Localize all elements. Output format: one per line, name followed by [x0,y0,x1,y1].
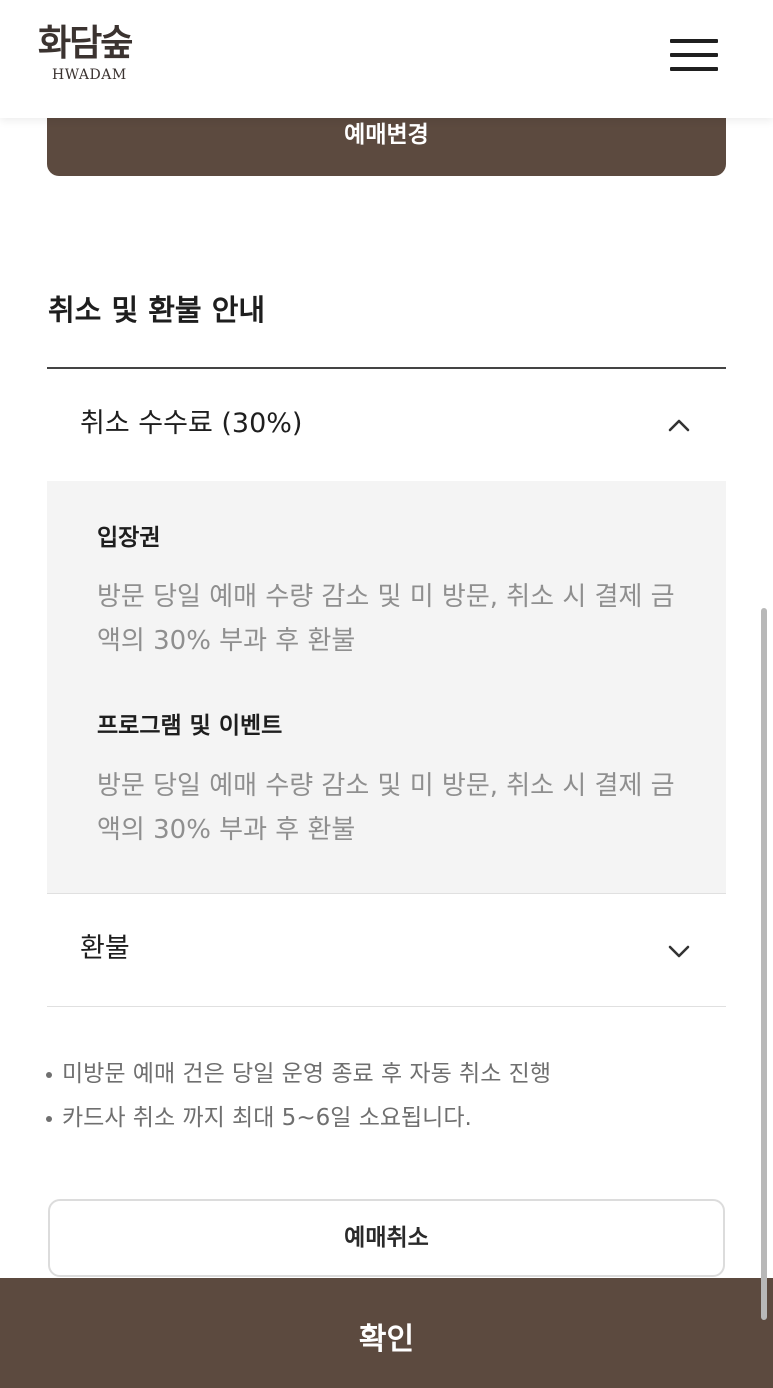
list-item: 미방문 예매 건은 당일 운영 종료 후 자동 취소 진행 [46,1052,736,1096]
header: 화담숲 HWADAM [0,0,773,118]
logo-korean: 화담숲 [38,22,133,64]
accordion-title: 환불 [80,933,130,964]
divider [47,1006,726,1007]
chevron-up-icon [668,419,690,432]
program-subtitle: 프로그램 및 이벤트 [97,713,283,739]
note-text: 카드사 취소 까지 최대 5~6일 소요됩니다. [62,1105,472,1131]
menu-bar [670,67,718,71]
divider [47,893,726,894]
scrollbar[interactable] [761,608,767,1320]
section-title: 취소 및 환불 안내 [48,293,266,327]
accordion-refund[interactable]: 환불 [47,895,726,1005]
divider [47,367,726,369]
program-policy-text: 방문 당일 예매 수량 감소 및 미 방문, 취소 시 결제 금액의 30% 부… [97,771,675,845]
menu-bar [670,39,718,43]
accordion-panel-cancellation-fee: 입장권 방문 당일 예매 수량 감소 및 미 방문, 취소 시 결제 금액의 3… [47,481,726,893]
ticket-policy-text: 방문 당일 예매 수량 감소 및 미 방문, 취소 시 결제 금액의 30% 부… [97,582,675,656]
confirm-button[interactable]: 확인 [0,1278,773,1388]
bullet-icon [46,1072,52,1078]
note-text: 미방문 예매 건은 당일 운영 종료 후 자동 취소 진행 [62,1061,551,1087]
bullet-icon [46,1116,52,1122]
page: 예매변경 화담숲 HWADAM 취소 및 환불 안내 취소 수수료 (30%) … [0,0,773,1388]
accordion-title: 취소 수수료 (30%) [80,408,303,439]
ticket-subtitle: 입장권 [97,525,161,551]
menu-bar [670,53,718,57]
hamburger-menu-icon[interactable] [665,36,721,76]
notes-list: 미방문 예매 건은 당일 운영 종료 후 자동 취소 진행 카드사 취소 까지 … [46,1052,736,1140]
logo[interactable]: 화담숲 HWADAM [36,20,156,90]
accordion-cancellation-fee[interactable]: 취소 수수료 (30%) [47,370,726,480]
list-item: 카드사 취소 까지 최대 5~6일 소요됩니다. [46,1096,736,1140]
cancel-booking-button[interactable]: 예매취소 [48,1199,725,1277]
logo-english: HWADAM [52,67,127,83]
chevron-down-icon [668,945,690,958]
